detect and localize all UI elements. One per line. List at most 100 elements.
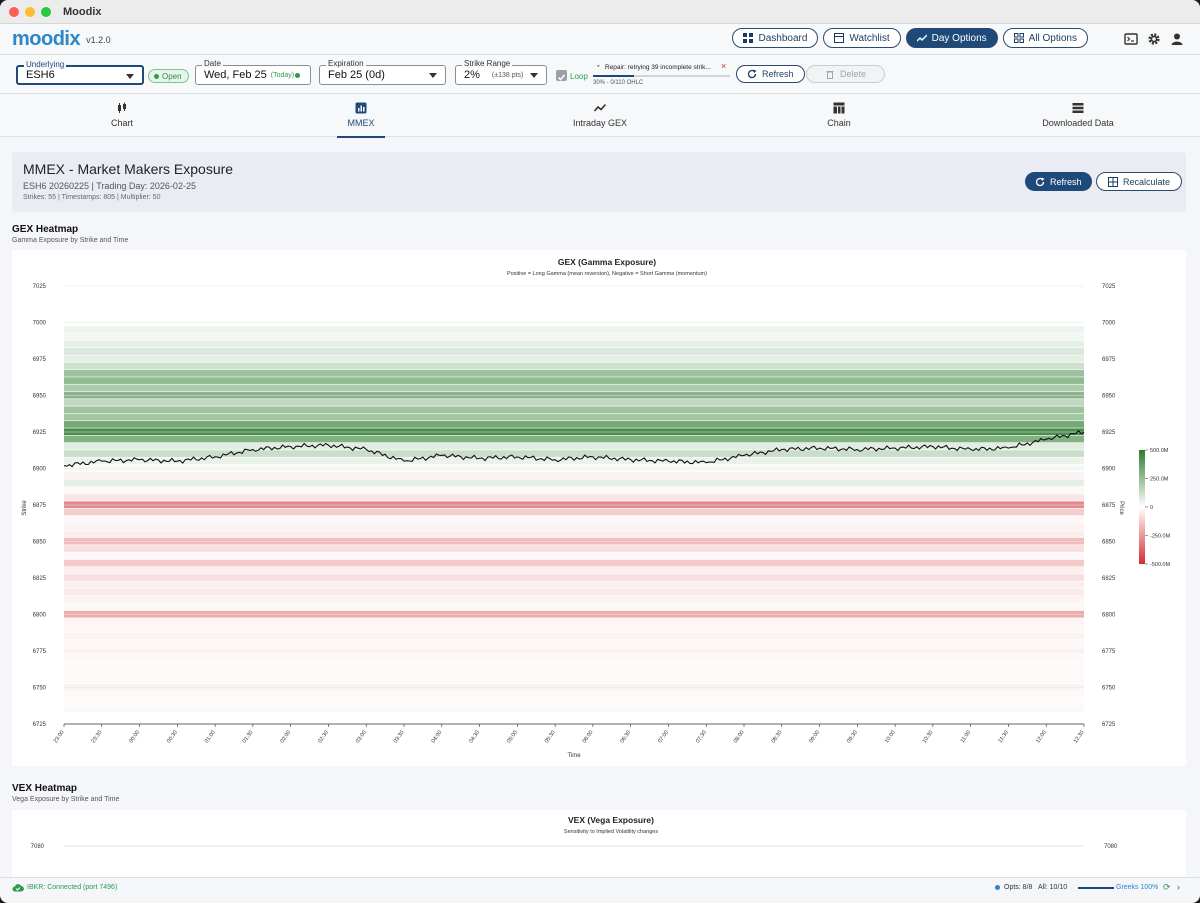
y-tick-label: 6950 <box>33 394 47 400</box>
underlying-value: ESH6 <box>26 69 55 81</box>
recalculate-label: Recalculate <box>1123 176 1171 187</box>
status-dot-icon <box>154 73 159 79</box>
strike-range-select[interactable]: Strike Range 2% (±138 pts) <box>455 59 547 85</box>
heatmap-row <box>64 508 1084 516</box>
refresh-data-button[interactable]: Refresh <box>736 65 805 83</box>
gear-icon[interactable] <box>1147 32 1161 46</box>
price-tick-label: 7025 <box>1102 284 1116 290</box>
repair-status: ⁍ Repair: retrying 39 incomplete strik..… <box>593 61 730 89</box>
chevron-right-icon[interactable]: › <box>1177 882 1180 892</box>
calculator-icon <box>1108 176 1118 187</box>
user-icon[interactable] <box>1170 32 1184 46</box>
nav-watchlist-button[interactable]: Watchlist <box>823 28 901 48</box>
status-bar: IBKR: Connected (port 7496) Opts: 8/8 Al… <box>0 877 1200 897</box>
x-tick-label: 23:00 <box>53 730 66 745</box>
recalculate-button[interactable]: Recalculate <box>1096 172 1183 191</box>
repair-progress-text: 30% - 0/110 OHLC <box>593 80 644 86</box>
heatmap-row <box>64 545 1084 552</box>
price-tick-label: 6900 <box>1102 467 1116 473</box>
underlying-select[interactable]: Underlying ESH6 <box>16 60 144 85</box>
x-tick-label: 23:30 <box>91 730 104 745</box>
y-tick-label: 6750 <box>33 686 47 692</box>
mmex-header-panel: MMEX - Market Makers Exposure ESH6 20260… <box>12 152 1186 212</box>
nav-dashboard-button[interactable]: Dashboard <box>732 28 819 48</box>
tab-intraday-gex[interactable]: Intraday GEX <box>540 102 660 128</box>
delete-data-button[interactable]: Delete <box>806 65 886 83</box>
dismiss-repair-icon[interactable]: × <box>721 61 726 71</box>
app-header: moodix v1.2.0 Dashboard Watchlist Day Op… <box>0 24 1200 54</box>
repair-text: Repair: retrying 39 incomplete strik... <box>605 64 711 71</box>
price-tick-label: 6825 <box>1102 576 1116 582</box>
close-window-button[interactable] <box>9 6 19 17</box>
heatmap-row <box>64 640 1084 647</box>
window-title: Moodix <box>63 5 102 18</box>
x-tick-label: 02:00 <box>279 730 292 745</box>
chevron-down-icon <box>530 73 538 78</box>
tab-downloaded-data[interactable]: Downloaded Data <box>1018 102 1138 128</box>
nav-all-options-button[interactable]: All Options <box>1002 28 1088 48</box>
gex-price-axis-label: Price <box>1118 501 1124 515</box>
tab-chart[interactable]: Chart <box>62 102 182 128</box>
price-tick-label: 6850 <box>1102 540 1116 546</box>
date-picker[interactable]: Date Wed, Feb 25 (Today) <box>195 59 311 85</box>
heatmap-row <box>64 333 1084 341</box>
x-tick-label: 08:00 <box>733 730 746 745</box>
x-tick-label: 02:30 <box>317 730 330 745</box>
page-meta: Strikes: 55 | Timestamps: 805 | Multipli… <box>23 194 161 201</box>
price-tick-label: 6800 <box>1102 613 1116 619</box>
x-tick-label: 03:30 <box>393 730 406 745</box>
heatmap-row <box>64 669 1084 676</box>
sync-icon[interactable]: ⟳ <box>1163 882 1171 893</box>
heatmap-row <box>64 567 1084 574</box>
loop-checkbox[interactable] <box>556 70 567 81</box>
repair-spinner-icon: ⁍ <box>597 64 600 70</box>
y-tick-label: 6850 <box>33 540 47 546</box>
heatmap-row <box>64 676 1084 684</box>
gex-heatmap-card: GEX (Gamma Exposure) Positive = Long Gam… <box>12 250 1186 766</box>
terminal-icon[interactable] <box>1124 32 1138 46</box>
x-tick-label: 03:00 <box>355 730 368 745</box>
mmex-refresh-button[interactable]: Refresh <box>1025 172 1092 191</box>
gex-chart-title: GEX (Gamma Exposure) <box>558 257 656 267</box>
x-tick-label: 07:00 <box>657 730 670 745</box>
x-tick-label: 01:00 <box>204 730 217 745</box>
vex-chart-title: VEX (Vega Exposure) <box>568 815 654 825</box>
greeks-progress-bar <box>1078 887 1114 889</box>
colorbar-tick-label: -250.0M <box>1150 534 1171 540</box>
maximize-window-button[interactable] <box>41 6 51 17</box>
controls-bar: Underlying ESH6 Open Date Wed, Feb 25 (T… <box>0 54 1200 94</box>
x-tick-label: 06:00 <box>582 730 595 745</box>
tab-mmex[interactable]: MMEX <box>301 102 421 138</box>
x-tick-label: 12:00 <box>1035 730 1048 745</box>
y-tick-label: 6875 <box>33 503 47 509</box>
x-tick-label: 09:30 <box>846 730 859 745</box>
nav-all-options-label: All Options <box>1028 32 1077 44</box>
vex-heatmap-card: VEX (Vega Exposure) Sensitivity to Impli… <box>12 810 1186 877</box>
gex-section-title: GEX Heatmap <box>12 224 79 235</box>
page-title: MMEX - Market Makers Exposure <box>23 161 234 177</box>
repair-progress-fill <box>593 75 635 77</box>
tab-mmex-label: MMEX <box>347 118 375 128</box>
strike-range-hint: (±138 pts) <box>491 71 524 79</box>
expiration-value: Feb 25 (0d) <box>328 69 385 81</box>
expiration-select[interactable]: Expiration Feb 25 (0d) <box>319 59 446 85</box>
heatmap-row <box>64 661 1084 669</box>
tab-chain[interactable]: Chain <box>779 102 899 128</box>
vex-heatmap-chart: VEX (Vega Exposure) Sensitivity to Impli… <box>31 815 1118 850</box>
candles-icon <box>118 102 126 113</box>
heatmap-row <box>64 406 1084 414</box>
gex-heatmap-chart: GEX (Gamma Exposure) Positive = Long Gam… <box>22 257 1171 759</box>
nav-day-options-button[interactable]: Day Options <box>905 28 998 48</box>
heatmap-row <box>64 705 1084 713</box>
heatmap-row <box>64 588 1084 596</box>
price-tick-label: 6925 <box>1102 430 1116 436</box>
minimize-window-button[interactable] <box>25 6 35 17</box>
heatmap-row <box>64 632 1084 640</box>
x-tick-label: 04:30 <box>468 730 481 745</box>
x-tick-label: 07:30 <box>695 730 708 745</box>
heatmap-row <box>64 552 1084 560</box>
colorbar-tick-label: 250.0M <box>1150 477 1169 483</box>
app-version: v1.2.0 <box>86 35 111 45</box>
heatmap-row <box>64 377 1084 384</box>
x-tick-label: 00:00 <box>128 730 141 745</box>
